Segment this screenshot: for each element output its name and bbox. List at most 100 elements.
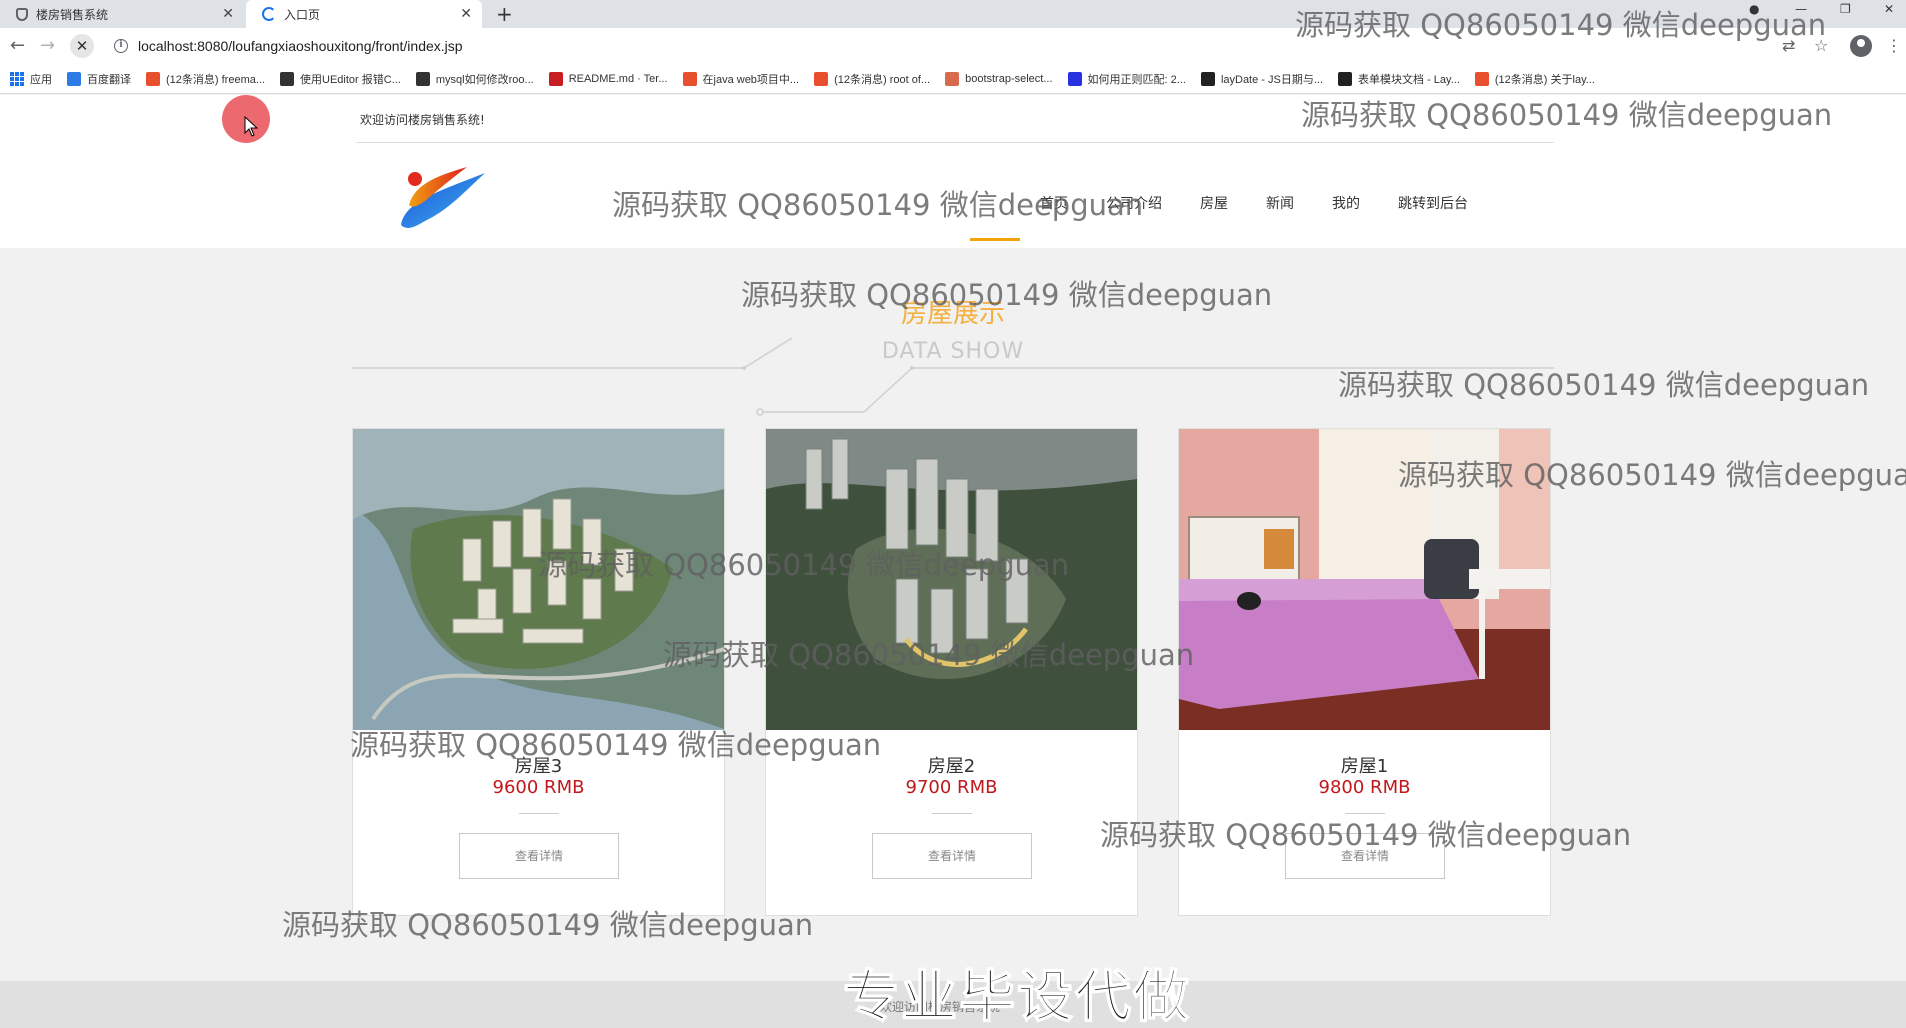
bookmark-label: README.md · Ter... — [568, 72, 668, 85]
card-divider — [519, 813, 559, 814]
section-title-decoration — [352, 337, 1554, 416]
bookmark-item[interactable]: 如何用正则匹配: 2... — [1067, 71, 1186, 87]
house-card[interactable]: 房屋3 9600 RMB 查看详情 — [352, 428, 725, 916]
bookmark-item[interactable]: 应用 — [10, 71, 52, 87]
view-details-button[interactable]: 查看详情 — [1285, 833, 1445, 879]
close-window-icon[interactable]: ✕ — [1884, 2, 1894, 16]
loading-spinner-icon — [262, 7, 276, 21]
house-card[interactable]: 房屋1 9800 RMB 查看详情 — [1178, 428, 1551, 916]
bookmark-label: 表单模块文档 - Lay... — [1358, 73, 1460, 86]
url-text[interactable]: localhost:8080/loufangxiaoshouxitong/fro… — [138, 38, 463, 54]
browser-toolbar: ← → ✕ i localhost:8080/loufangxiaoshouxi… — [0, 28, 1906, 64]
ueditor-icon — [415, 71, 430, 86]
house-price: 9600 RMB — [492, 777, 585, 798]
bookmark-item[interactable]: README.md · Ter... — [548, 71, 668, 86]
bookmark-label: (12条消息) root of... — [834, 73, 931, 86]
bookmark-item[interactable]: (12条消息) root of... — [814, 71, 930, 87]
bookmark-label: mysql如何修改roo... — [435, 73, 534, 86]
site-logo[interactable] — [395, 161, 490, 235]
house-card[interactable]: 房屋2 9700 RMB 查看详情 — [765, 428, 1138, 916]
new-tab-button[interactable]: + — [496, 2, 513, 26]
close-icon[interactable]: ✕ — [460, 6, 472, 22]
house-name: 房屋1 — [1340, 756, 1389, 777]
stop-loading-icon[interactable]: ✕ — [70, 34, 94, 58]
baidu-icon — [1067, 71, 1082, 86]
bookmark-item[interactable]: 百度翻译 — [67, 71, 131, 87]
bookmark-item[interactable]: (12条消息) freema... — [146, 71, 265, 87]
house-photo[interactable] — [766, 429, 1137, 730]
site-info-icon[interactable]: i — [114, 39, 128, 53]
bookmark-item[interactable]: 表单模块文档 - Lay... — [1338, 71, 1460, 87]
house-price: 9800 RMB — [1318, 777, 1411, 798]
bookmark-item[interactable]: mysql如何修改roo... — [415, 71, 534, 87]
bookmark-item[interactable]: 使用UEditor 报错C... — [280, 71, 401, 87]
nav-item[interactable]: 首页 — [970, 193, 1068, 241]
translate-icon[interactable]: ⇄ — [1782, 36, 1795, 55]
house-price: 9700 RMB — [905, 777, 998, 798]
csdn-icon — [1474, 71, 1489, 86]
nav-item[interactable]: 新闻 — [1266, 193, 1294, 217]
minimize-icon[interactable]: — — [1795, 2, 1807, 16]
view-details-button[interactable]: 查看详情 — [459, 833, 619, 879]
nav-item[interactable]: 跳转到后台 — [1398, 193, 1468, 217]
bookmark-label: (12条消息) freema... — [166, 73, 266, 86]
house-name: 房屋2 — [927, 756, 976, 777]
bookmark-label: 百度翻译 — [87, 73, 131, 86]
mouse-cursor-icon — [244, 116, 259, 137]
tab-title: 楼房销售系统 — [36, 7, 109, 22]
address-bar[interactable]: i localhost:8080/loufangxiaoshouxitong/f… — [104, 32, 1784, 60]
translate-icon — [67, 71, 81, 86]
bookmark-item[interactable]: (12条消息) 关于lay... — [1474, 71, 1595, 87]
csdn-icon — [814, 71, 829, 86]
section-subtitle: DATA SHOW — [881, 339, 1025, 364]
browser-tab-strip: 楼房销售系统 ✕ 入口页 ✕ + ● — ❐ ✕ — [0, 0, 1906, 28]
csdn-icon — [146, 71, 160, 86]
browser-tab[interactable]: 楼房销售系统 ✕ — [0, 0, 244, 28]
house-photo[interactable] — [353, 429, 724, 730]
layui-icon — [1338, 71, 1353, 86]
card-divider — [1345, 813, 1385, 814]
header-divider — [356, 142, 1554, 143]
house-photo[interactable] — [1179, 429, 1550, 730]
gitee-icon — [548, 71, 563, 86]
ueditor-icon — [280, 71, 295, 86]
browser-tab-active[interactable]: 入口页 ✕ — [246, 0, 482, 28]
bootstrap-icon — [945, 71, 960, 86]
bookmark-item[interactable]: bootstrap-select... — [945, 71, 1053, 86]
card-divider — [932, 813, 972, 814]
overlay-caption: 专业毕设代做 — [842, 964, 1191, 1028]
menu-kebab-icon[interactable]: ⋮ — [1886, 36, 1902, 55]
nav-item[interactable]: 我的 — [1332, 193, 1360, 217]
main-navigation: 首页 公司介绍 房屋 新闻 我的 跳转到后台 — [970, 193, 1506, 241]
nav-item[interactable]: 公司介绍 — [1106, 193, 1162, 217]
view-details-button[interactable]: 查看详情 — [872, 833, 1032, 879]
apps-icon — [10, 71, 24, 86]
bookmark-label: 如何用正则匹配: 2... — [1087, 73, 1186, 86]
tab-title: 入口页 — [284, 7, 321, 22]
back-arrow-icon[interactable]: ← — [10, 35, 25, 56]
bookmark-label: 在java web项目中... — [702, 73, 800, 86]
bookmark-label: (12条消息) 关于lay... — [1494, 73, 1595, 86]
bookmark-item[interactable]: layDate - JS日期与... — [1200, 71, 1324, 87]
profile-avatar-icon[interactable] — [1850, 35, 1872, 57]
shield-icon — [16, 7, 28, 21]
close-icon[interactable]: ✕ — [222, 6, 234, 22]
bookmarks-bar: 应用 百度翻译 (12条消息) freema... 使用UEditor 报错C... m… — [0, 64, 1906, 94]
bookmark-label: layDate - JS日期与... — [1220, 73, 1324, 86]
bookmark-star-icon[interactable]: ☆ — [1814, 36, 1828, 55]
site-header: 欢迎访问楼房销售系统! 首页 公司介绍 房屋 新闻 我的 跳转到后台 — [0, 95, 1906, 248]
nav-item[interactable]: 房屋 — [1200, 193, 1228, 217]
profile-badge-icon[interactable]: ● — [1749, 2, 1759, 16]
bookmark-label: 应用 — [30, 73, 52, 86]
section-title: 房屋展示 — [900, 299, 1005, 329]
layui-icon — [1200, 71, 1215, 86]
forward-arrow-icon[interactable]: → — [40, 35, 55, 56]
page-body: 欢迎访问楼房销售系统! 首页 公司介绍 房屋 新闻 我的 跳转到后台 房屋展示 … — [0, 95, 1906, 1028]
csdn-icon — [682, 71, 697, 86]
bookmark-item[interactable]: 在java web项目中... — [682, 71, 800, 87]
bookmark-label: bootstrap-select... — [965, 72, 1053, 85]
house-name: 房屋3 — [514, 756, 563, 777]
bookmark-label: 使用UEditor 报错C... — [300, 73, 401, 86]
welcome-text: 欢迎访问楼房销售系统! — [360, 113, 485, 127]
restore-icon[interactable]: ❐ — [1840, 2, 1851, 16]
